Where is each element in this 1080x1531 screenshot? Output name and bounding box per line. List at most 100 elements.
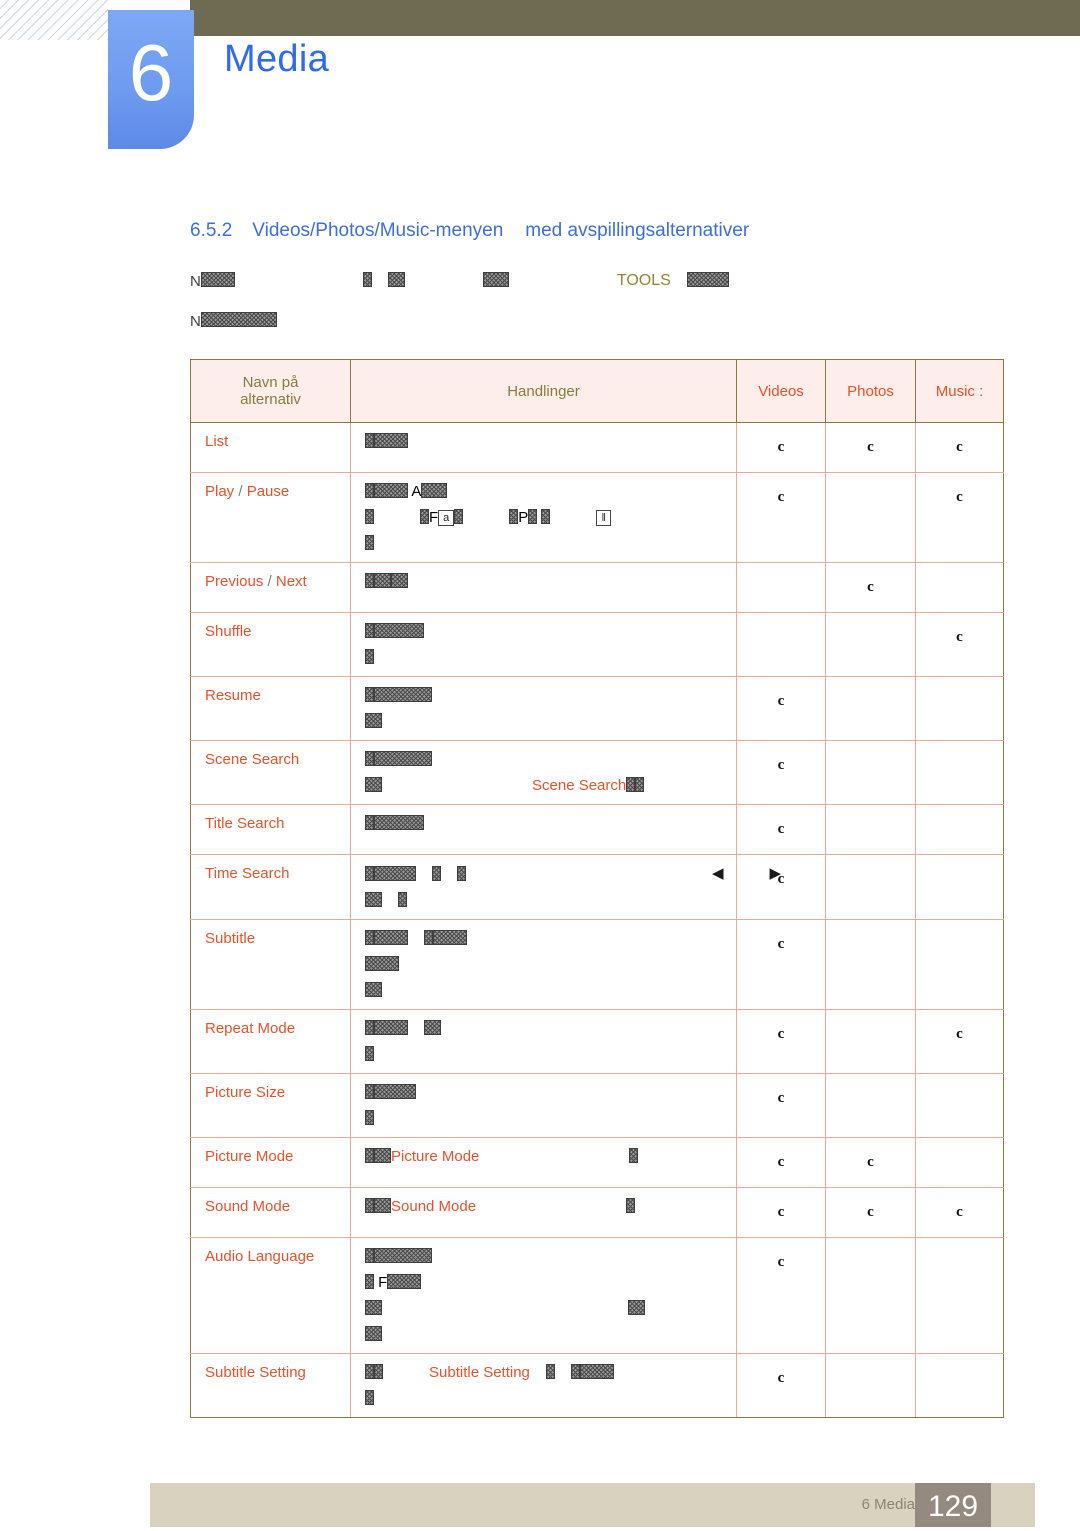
missing-glyph-run: [387, 272, 405, 287]
table-header-row: Navn på alternativ Handlinger Videos Pho…: [190, 359, 1004, 423]
table-row: Picture Size c: [190, 1073, 1004, 1138]
page-header: 6 Media: [0, 0, 1080, 160]
mark-videos: c: [736, 1237, 826, 1354]
mark-videos: c: [736, 1073, 826, 1138]
table-row: Repeat Mode c c: [190, 1009, 1004, 1074]
table-row: Play / Pause A FaP ‖ c c: [190, 472, 1004, 563]
option-actions-repeat-mode: [350, 1009, 737, 1074]
section-title-part2: med avspillingsalternativer: [525, 220, 750, 241]
option-actions-play-pause: A FaP ‖: [350, 472, 737, 563]
mark-videos: c: [736, 1137, 826, 1188]
mark-videos: [736, 562, 826, 613]
table-row: Audio Language F c: [190, 1237, 1004, 1354]
mark-videos: c: [736, 676, 826, 741]
mark-music: [915, 562, 1004, 613]
diagonal-stripe-decoration: [0, 0, 108, 40]
mark-photos: [825, 804, 916, 855]
mark-photos: c: [825, 1137, 916, 1188]
playback-options-table: Navn på alternativ Handlinger Videos Pho…: [190, 359, 1004, 1418]
option-name-repeat-mode: Repeat Mode: [190, 1009, 351, 1074]
option-name-picture-size: Picture Size: [190, 1073, 351, 1138]
mark-videos: c: [736, 422, 826, 473]
table-row: Scene Search Scene Search c: [190, 740, 1004, 805]
pause-icon: ‖: [596, 510, 612, 526]
option-actions-audio-language: F: [350, 1237, 737, 1354]
option-actions-list: [350, 422, 737, 473]
mark-photos: [825, 676, 916, 741]
option-name-shuffle: Shuffle: [190, 612, 351, 677]
mark-videos: c: [736, 1187, 826, 1238]
option-actions-shuffle: [350, 612, 737, 677]
table-row: Previous / Next c: [190, 562, 1004, 613]
mark-music: c: [915, 472, 1004, 563]
header-name-line2: alternativ: [240, 391, 301, 408]
column-header-option-name: Navn på alternativ: [190, 359, 351, 423]
section-heading: 6.5.2 Videos/Photos/Music-menyen med avspi…: [190, 220, 1010, 242]
mark-music: c: [915, 1187, 1004, 1238]
option-name-play-pause: Play / Pause: [190, 472, 351, 563]
option-name-sound-mode: Sound Mode: [190, 1187, 351, 1238]
mark-photos: [825, 472, 916, 563]
table-row: Picture Mode Picture Mode c c: [190, 1137, 1004, 1188]
column-header-music: Music :: [915, 359, 1004, 423]
option-name-subtitle: Subtitle: [190, 919, 351, 1010]
table-row: Subtitle Setting Subtitle Setting c: [190, 1353, 1004, 1418]
option-actions-previous-next: [350, 562, 737, 613]
option-actions-subtitle: [350, 919, 737, 1010]
mark-photos: [825, 740, 916, 805]
option-name-previous-next: Previous / Next: [190, 562, 351, 613]
option-name-title-search: Title Search: [190, 804, 351, 855]
option-actions-subtitle-setting: Subtitle Setting: [350, 1353, 737, 1418]
mark-music: c: [915, 422, 1004, 473]
inline-keyword-picture-mode: Picture Mode: [391, 1148, 480, 1165]
arrow-left-icon: ◀: [712, 865, 724, 882]
option-name-audio-language: Audio Language: [190, 1237, 351, 1354]
mark-music: [915, 740, 1004, 805]
table-row: Resume c: [190, 676, 1004, 741]
missing-glyph-run: [362, 272, 372, 287]
mark-music: [915, 804, 1004, 855]
missing-glyph-run: [482, 272, 509, 287]
mark-photos: [825, 919, 916, 1010]
mark-videos: c: [736, 472, 826, 563]
mark-music: [915, 676, 1004, 741]
option-name-resume: Resume: [190, 676, 351, 741]
mark-videos: c: [736, 740, 826, 805]
mark-videos: c: [736, 804, 826, 855]
header-name-line1: Navn på: [242, 374, 299, 391]
intro-paragraph-1: N TOOLS: [190, 272, 1010, 290]
header-olive-bar: [190, 0, 1080, 36]
table-row: List c c c: [190, 422, 1004, 473]
mark-music: [915, 1073, 1004, 1138]
mark-music: c: [915, 612, 1004, 677]
option-actions-picture-mode: Picture Mode: [350, 1137, 737, 1188]
section-number: 6.5.2: [190, 220, 233, 241]
mark-photos: [825, 1237, 916, 1354]
mark-photos: [825, 854, 916, 920]
key-a-icon: a: [438, 510, 455, 526]
mark-videos: [736, 612, 826, 677]
option-name-time-search: Time Search: [190, 854, 351, 920]
page-number: 129: [915, 1483, 991, 1527]
mark-music: [915, 919, 1004, 1010]
missing-glyph-run: [200, 272, 235, 287]
mark-videos: c: [736, 919, 826, 1010]
option-actions-resume: [350, 676, 737, 741]
table-row: Title Search c: [190, 804, 1004, 855]
section-title-part1: Videos/Photos/Music-menyen: [252, 220, 504, 241]
table-body: List c c c Play / Pause A FaP ‖ c c Prev…: [190, 422, 1004, 1418]
footer-chapter-label: 6 Media: [861, 1496, 915, 1513]
intro-paragraph-2: N: [190, 312, 1010, 330]
mark-music: [915, 1353, 1004, 1418]
table-row: Subtitle c: [190, 919, 1004, 1010]
page-footer: 6 Media 129: [150, 1483, 1035, 1527]
option-name-subtitle-setting: Subtitle Setting: [190, 1353, 351, 1418]
option-actions-sound-mode: Sound Mode: [350, 1187, 737, 1238]
inline-keyword-subtitle-setting: Subtitle Setting: [429, 1364, 530, 1381]
mark-videos: c: [736, 1009, 826, 1074]
option-name-scene-search: Scene Search: [190, 740, 351, 805]
option-actions-title-search: [350, 804, 737, 855]
tools-keyword: TOOLS: [616, 272, 671, 289]
mark-videos: c: [736, 1353, 826, 1418]
table-row: Sound Mode Sound Mode c c c: [190, 1187, 1004, 1238]
